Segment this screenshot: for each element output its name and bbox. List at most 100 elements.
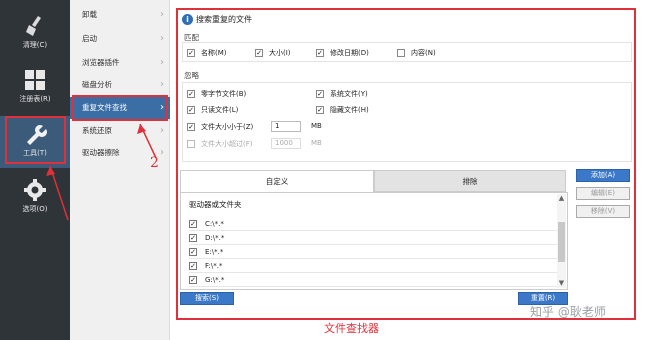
left-sidebar: 清理(C) 注册表(R) 工具(T) 选项(O) xyxy=(0,0,70,340)
checkbox-mark[interactable]: ✓ xyxy=(189,275,197,284)
checkbox-label: 系统文件(Y) xyxy=(330,90,368,98)
sidebar-item-label: 选项(O) xyxy=(22,205,48,213)
submenu-item-label: 系统还原 xyxy=(82,126,112,135)
checkbox-label: 名称(M) xyxy=(201,49,227,57)
ignore-readonly-checkbox[interactable]: ✓ 只读文件(L) xyxy=(187,105,238,115)
watermark: 知乎 @耿老师 xyxy=(530,305,606,319)
list-item-path: D:\*.* xyxy=(205,233,225,242)
broom-icon xyxy=(26,16,41,36)
list-item[interactable]: ✓ G:\*.* xyxy=(189,273,557,287)
app-window: 清理(C) 注册表(R) 工具(T) 选项(O) 卸载 › 启动 › 浏览器插件… xyxy=(0,0,665,340)
submenu-item-system-restore[interactable]: 系统还原 › xyxy=(70,120,170,142)
search-button[interactable]: 搜索(S) xyxy=(180,292,234,305)
smaller-than-unit: MB xyxy=(311,122,322,130)
checkbox-mark: ✓ xyxy=(187,106,195,114)
highlight-box-tools xyxy=(5,116,66,164)
scroll-up-icon[interactable]: ▲ xyxy=(557,194,566,203)
list-item[interactable]: ✓ E:\*.* xyxy=(189,245,557,259)
chevron-right-icon: › xyxy=(160,79,164,90)
list-scrollbar[interactable]: ▲ ▼ xyxy=(557,194,566,288)
list-item-path: C:\*.* xyxy=(205,219,224,228)
submenu-item-label: 卸载 xyxy=(82,10,97,19)
checkbox-mark[interactable]: ✓ xyxy=(189,261,197,270)
submenu-item-label: 浏览器插件 xyxy=(82,58,120,67)
list-header: 驱动器或文件夹 xyxy=(189,200,242,209)
chevron-right-icon: › xyxy=(160,57,164,68)
match-date-checkbox[interactable]: ✓ 修改日期(D) xyxy=(316,48,369,58)
checkbox-label: 文件大小超过(F) xyxy=(201,140,253,148)
match-size-checkbox[interactable]: ✓ 大小(I) xyxy=(255,48,291,58)
larger-than-unit: MB xyxy=(311,139,322,147)
checkbox-mark: ✓ xyxy=(316,90,324,98)
include-exclude-tabs: 自定义 排除 xyxy=(180,170,566,192)
ignore-system-files-checkbox[interactable]: ✓ 系统文件(Y) xyxy=(316,89,368,99)
panel-title: i 搜索重复的文件 xyxy=(182,13,252,27)
sidebar-item-options[interactable]: 选项(O) xyxy=(0,172,70,224)
larger-than-input[interactable]: 1000 xyxy=(271,138,301,149)
ignore-smaller-than-checkbox[interactable]: ✓ 文件大小小于(Z) xyxy=(187,122,253,132)
checkbox-label: 大小(I) xyxy=(269,49,291,57)
tab-custom[interactable]: 自定义 xyxy=(180,170,374,192)
panel-title-text: 搜索重复的文件 xyxy=(196,15,252,24)
checkbox-mark: ✓ xyxy=(187,49,195,57)
chevron-right-icon: › xyxy=(160,33,164,44)
match-content-checkbox[interactable]: 内容(N) xyxy=(397,48,436,58)
checkbox-mark: ✓ xyxy=(255,49,263,57)
drive-folder-list: 驱动器或文件夹 ✓ C:\*.* ✓ D:\*.* ✓ E:\*.* ✓ F:\*.* … xyxy=(180,192,568,290)
chevron-right-icon: › xyxy=(160,125,164,136)
list-item[interactable]: ✓ D:\*.* xyxy=(189,231,557,245)
ignore-hidden-checkbox[interactable]: ✓ 隐藏文件(H) xyxy=(316,105,369,115)
checkbox-label: 文件大小小于(Z) xyxy=(201,123,254,131)
checkbox-mark: ✓ xyxy=(187,123,195,131)
sidebar-item-registry[interactable]: 注册表(R) xyxy=(0,62,70,114)
match-name-checkbox[interactable]: ✓ 名称(M) xyxy=(187,48,227,58)
scrollbar-thumb[interactable] xyxy=(558,222,565,262)
checkbox-mark: ✓ xyxy=(316,49,324,57)
submenu-item-startup[interactable]: 启动 › xyxy=(70,28,170,50)
submenu-item-uninstall[interactable]: 卸载 › xyxy=(70,4,170,26)
list-item-path: F:\*.* xyxy=(205,261,223,270)
ignore-zero-byte-checkbox[interactable]: ✓ 零字节文件(B) xyxy=(187,89,246,99)
list-item-path: G:\*.* xyxy=(205,275,225,284)
scroll-down-icon[interactable]: ▼ xyxy=(557,279,566,288)
checkbox-mark[interactable]: ✓ xyxy=(189,233,197,242)
sidebar-item-clean[interactable]: 清理(C) xyxy=(0,8,70,60)
submenu-item-browser-plugins[interactable]: 浏览器插件 › xyxy=(70,52,170,74)
checkbox-label: 隐藏文件(H) xyxy=(330,106,369,114)
ignore-section-label: 忽略 xyxy=(184,71,199,80)
ignore-group: ✓ 零字节文件(B) ✓ 系统文件(Y) ✓ 只读文件(L) ✓ 隐藏文件(H) ✓ 文件… xyxy=(182,82,632,162)
sidebar-item-label: 注册表(R) xyxy=(19,95,51,103)
checkbox-label: 零字节文件(B) xyxy=(201,90,247,98)
grid-icon xyxy=(25,70,45,90)
checkbox-mark[interactable]: ✓ xyxy=(189,219,197,228)
submenu-item-label: 驱动器擦除 xyxy=(82,148,120,157)
checkbox-mark: ✓ xyxy=(187,90,195,98)
chevron-right-icon: › xyxy=(160,147,164,158)
list-item[interactable]: ✓ C:\*.* xyxy=(189,217,557,231)
remove-button[interactable]: 移除(V) xyxy=(576,205,630,218)
add-button[interactable]: 添加(A) xyxy=(576,169,630,182)
list-item[interactable]: ✓ F:\*.* xyxy=(189,259,557,273)
submenu-item-disk-analysis[interactable]: 磁盘分析 › xyxy=(70,74,170,96)
info-icon: i xyxy=(182,14,193,25)
ignore-larger-than-checkbox[interactable]: 文件大小超过(F) xyxy=(187,139,253,149)
checkbox-label: 修改日期(D) xyxy=(330,49,369,57)
gear-icon xyxy=(24,179,46,201)
checkbox-mark xyxy=(397,49,405,57)
checkbox-mark xyxy=(187,140,195,148)
duplicate-finder-panel: i 搜索重复的文件 匹配 ✓ 名称(M) ✓ 大小(I) ✓ 修改日期(D) 内容(N)… xyxy=(176,8,636,320)
step-number: 2 xyxy=(150,155,159,171)
match-group: ✓ 名称(M) ✓ 大小(I) ✓ 修改日期(D) 内容(N) xyxy=(182,42,632,62)
smaller-than-input[interactable]: 1 xyxy=(271,121,301,132)
checkbox-mark[interactable]: ✓ xyxy=(189,247,197,256)
checkbox-label: 只读文件(L) xyxy=(201,106,239,114)
edit-button[interactable]: 编辑(E) xyxy=(576,187,630,200)
caption-text: 文件查找器 xyxy=(324,322,379,335)
list-item-path: E:\*.* xyxy=(205,247,224,256)
highlight-box-duplicate-finder xyxy=(72,95,168,121)
checkbox-label: 内容(N) xyxy=(411,49,436,57)
sidebar-item-label: 清理(C) xyxy=(22,41,48,49)
tab-exclude[interactable]: 排除 xyxy=(374,170,566,192)
checkbox-mark: ✓ xyxy=(316,106,324,114)
submenu-item-label: 磁盘分析 xyxy=(82,80,112,89)
